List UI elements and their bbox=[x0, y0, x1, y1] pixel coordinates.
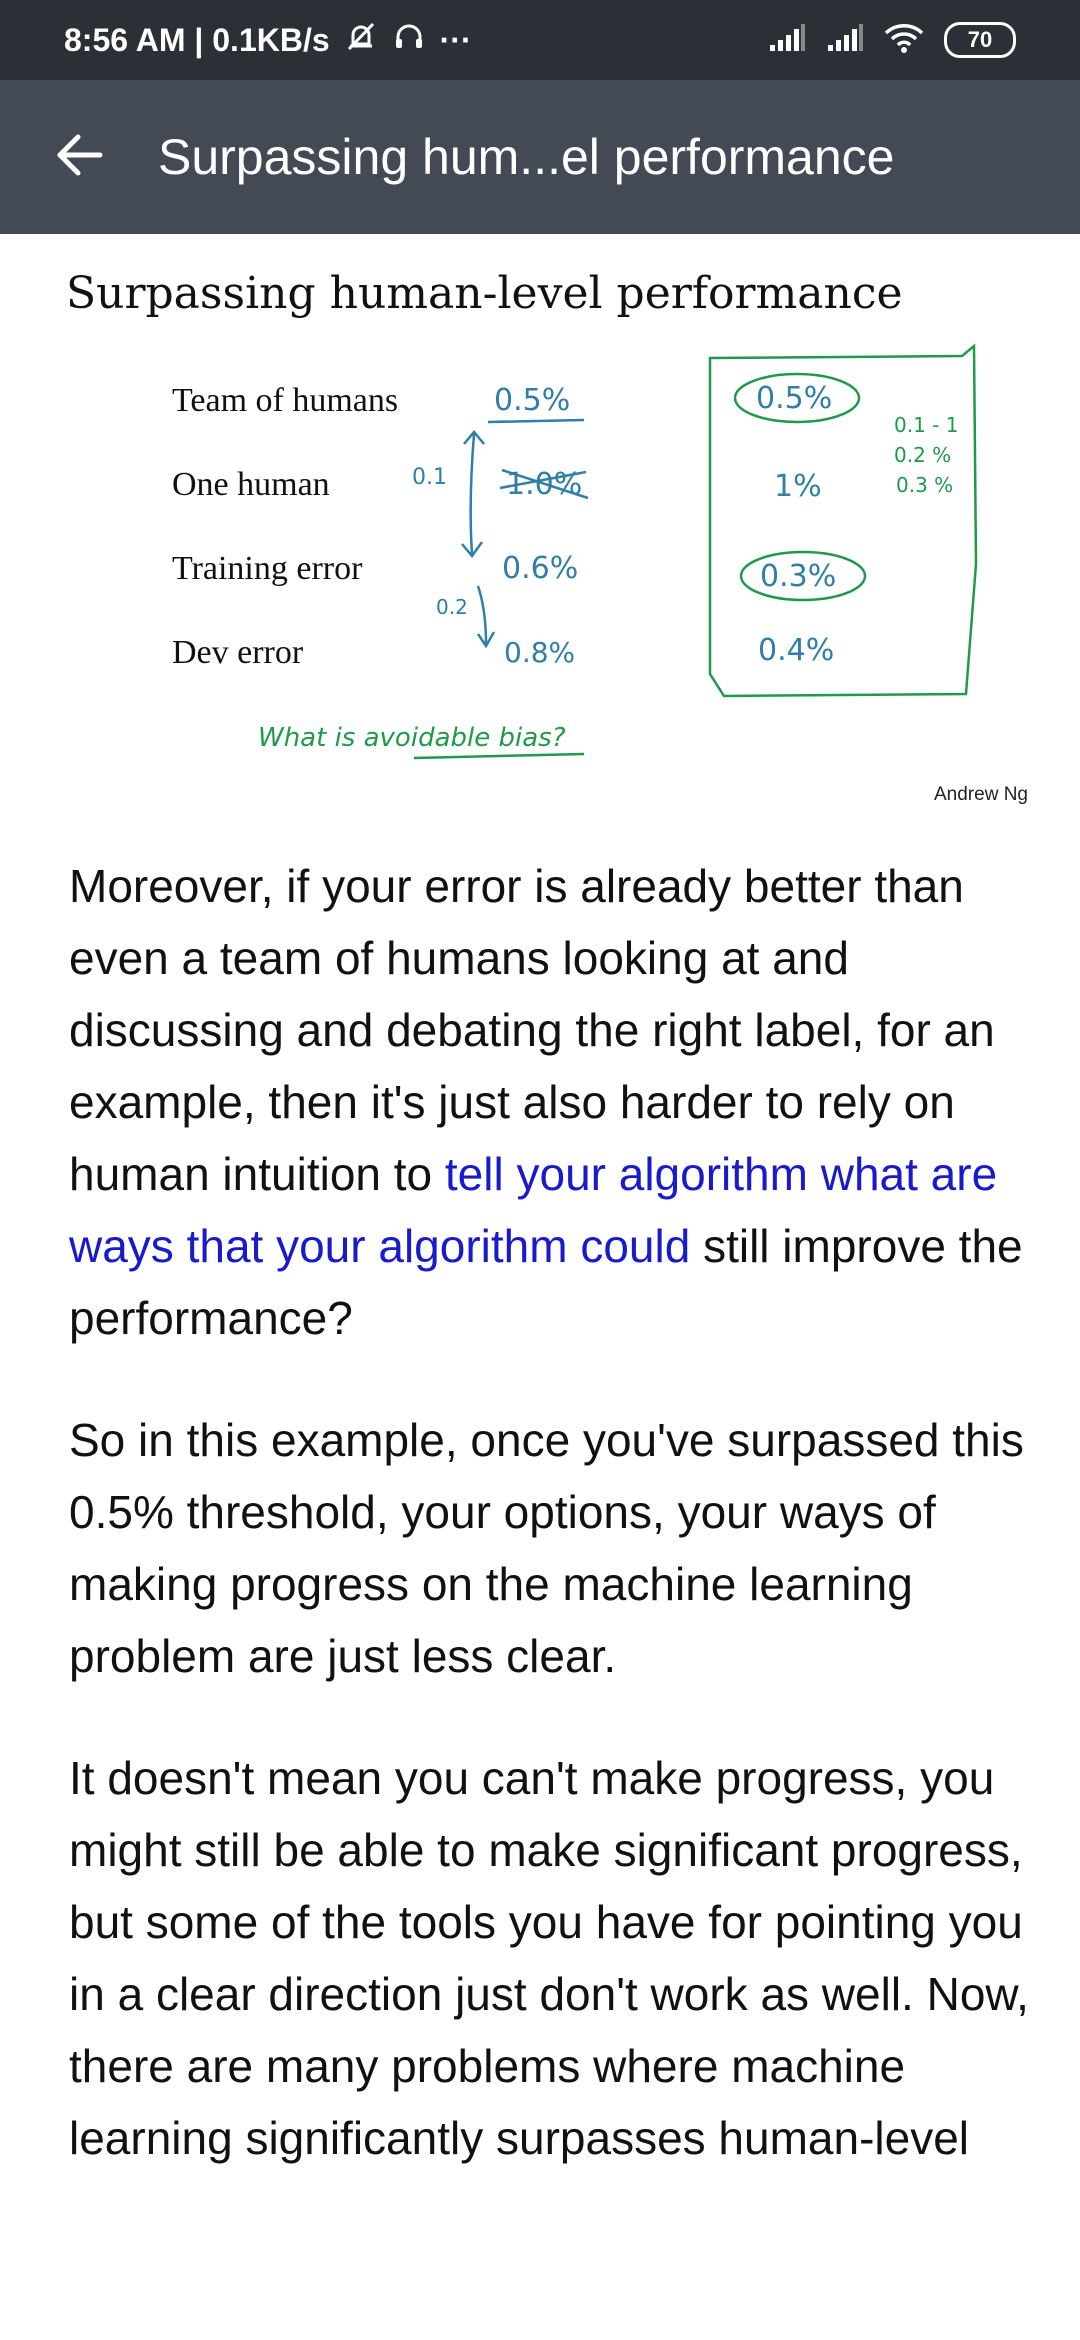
side-annotation-3: 0.3 % bbox=[896, 473, 953, 497]
app-bar: Surpassing hum...el performance bbox=[0, 80, 1080, 234]
transcript-paragraph-3[interactable]: It doesn't mean you can't make progress,… bbox=[69, 1742, 1029, 2174]
battery-icon: 70 bbox=[944, 22, 1016, 58]
back-button[interactable] bbox=[40, 117, 120, 197]
underline-icon bbox=[487, 418, 585, 424]
arrow-left-icon bbox=[54, 129, 106, 186]
app-title: Surpassing hum...el performance bbox=[158, 129, 895, 185]
signal-icon-2 bbox=[826, 23, 864, 58]
scenario-b-box bbox=[708, 343, 978, 698]
scenario-b-team-value: 0.5% bbox=[756, 381, 832, 416]
side-annotation-2: 0.2 % bbox=[894, 443, 951, 467]
wifi-icon bbox=[884, 23, 924, 58]
more-notifications-icon: ··· bbox=[439, 21, 472, 58]
side-annotation-1: 0.1 - 1 bbox=[894, 413, 958, 437]
scenario-a-dev-value: 0.8% bbox=[504, 636, 575, 669]
status-right: 70 bbox=[768, 0, 1016, 80]
handwriting-annotations: 0.5% 1.0% 0.6% 0.8% 0.1 0.2 0.5% 1% 0.3%… bbox=[258, 343, 978, 760]
question-annotation: What is avoidable bias? bbox=[258, 723, 566, 753]
gap-bottom-annotation: 0.2 bbox=[436, 595, 468, 619]
scenario-a-team-value: 0.5% bbox=[494, 383, 570, 418]
headset-icon bbox=[392, 19, 426, 61]
status-time-speed: 8:56 AM | 0.1KB/s bbox=[64, 21, 330, 58]
transcript-paragraph-1: Moreover, if your error is already bette… bbox=[69, 850, 1029, 1354]
signal-icon-1 bbox=[768, 23, 806, 58]
transcript-paragraph-2[interactable]: So in this example, once you've surpasse… bbox=[69, 1404, 1029, 1692]
status-left: 8:56 AM | 0.1KB/s ··· bbox=[64, 0, 472, 80]
scenario-a-training-value: 0.6% bbox=[502, 551, 578, 586]
transcript: Moreover, if your error is already bette… bbox=[69, 850, 1029, 2224]
scenario-b-dev-value: 0.4% bbox=[758, 633, 834, 668]
underline-icon bbox=[413, 752, 585, 760]
lecture-slide: Surpassing human-level performance Team … bbox=[0, 234, 1080, 824]
scenario-a-one-human: 1.0% bbox=[499, 467, 589, 502]
muted-bell-icon bbox=[344, 19, 378, 61]
double-arrow-icon bbox=[469, 433, 476, 555]
status-bar: 8:56 AM | 0.1KB/s ··· 70 bbox=[0, 0, 1080, 80]
scenario-b-training-value: 0.3% bbox=[760, 559, 836, 594]
slide-credit: Andrew Ng bbox=[934, 784, 1028, 805]
scenario-b-one-human-value: 1% bbox=[774, 469, 822, 504]
gap-top-annotation: 0.1 bbox=[412, 465, 447, 490]
